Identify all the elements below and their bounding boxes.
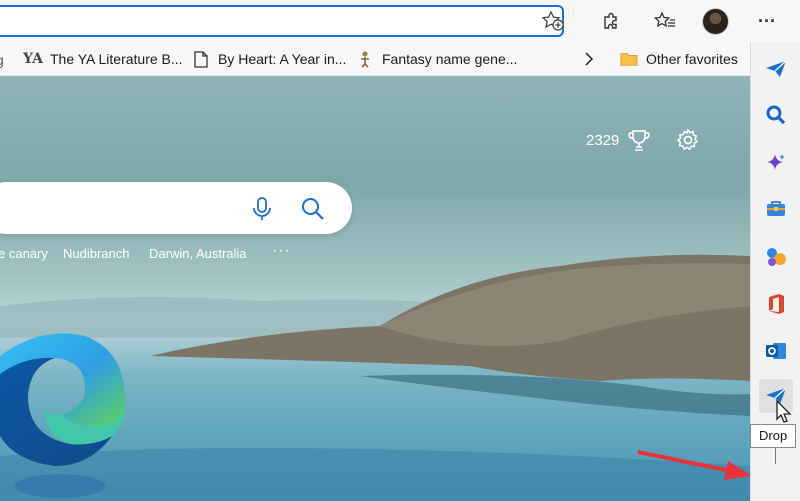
sparkle-icon[interactable] [759, 146, 793, 180]
trending-link[interactable]: Darwin, Australia [149, 246, 247, 261]
browser-toolbar: ··· [0, 0, 800, 42]
other-favorites-folder[interactable]: Other favorites [620, 50, 738, 68]
games-icon[interactable] [759, 240, 793, 274]
folder-icon [620, 50, 638, 68]
microphone-icon[interactable] [250, 196, 274, 227]
drop-icon[interactable] [759, 52, 793, 86]
drop-tooltip: Drop [750, 424, 796, 448]
trending-link[interactable]: Nudibranch [63, 246, 130, 261]
new-tab-page: 2329 e canary Nudibranch Darwin, Austral… [0, 76, 750, 501]
ellipsis-icon[interactable]: ··· [752, 6, 782, 36]
favorites-icon[interactable] [650, 6, 680, 36]
ya-favicon: YA [24, 50, 42, 68]
mouse-cursor-icon [775, 400, 793, 426]
star-plus-icon[interactable] [541, 10, 565, 32]
favorite-label: Fantasy name gene... [382, 51, 517, 67]
favorite-label: The YA Literature B... [50, 51, 183, 67]
puzzle-icon[interactable] [596, 6, 626, 36]
favorite-label: By Heart: A Year in... [218, 51, 346, 67]
trophy-icon[interactable] [628, 129, 650, 158]
figure-favicon [356, 50, 374, 68]
search-icon[interactable] [759, 98, 793, 132]
edge-logo [0, 326, 130, 501]
favorite-item-by-heart[interactable]: By Heart: A Year in... [192, 50, 346, 68]
toolbox-icon[interactable] [759, 192, 793, 226]
favorite-item-ya-literature[interactable]: YA The YA Literature B... [24, 50, 183, 68]
search-icon[interactable] [300, 196, 326, 227]
chevron-right-icon[interactable] [582, 50, 596, 73]
sidebar-divider [775, 448, 776, 464]
outlook-icon[interactable] [759, 334, 793, 368]
trending-more-button[interactable]: ··· [272, 242, 291, 260]
trending-link[interactable]: e canary [0, 246, 48, 261]
favorites-bar: g YA The YA Literature B... By Heart: A … [0, 42, 750, 76]
favorite-item-fantasy-name[interactable]: Fantasy name gene... [356, 50, 517, 68]
other-favorites-label: Other favorites [646, 51, 738, 67]
avatar[interactable] [702, 8, 729, 35]
office-icon[interactable] [759, 287, 793, 321]
gear-icon[interactable] [676, 128, 700, 157]
annotation-arrow [636, 446, 750, 486]
page-icon [192, 50, 210, 68]
truncated-favorite-fragment[interactable]: g [0, 52, 4, 68]
rewards-score[interactable]: 2329 [586, 132, 619, 149]
address-bar[interactable] [0, 5, 564, 37]
